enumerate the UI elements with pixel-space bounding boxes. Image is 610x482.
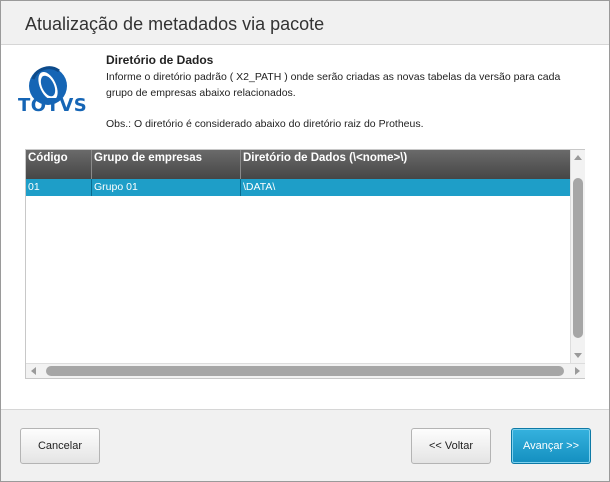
section-heading: Diretório de Dados — [106, 53, 214, 67]
scroll-left-icon[interactable] — [31, 367, 36, 375]
column-header-grupo[interactable]: Grupo de empresas — [92, 150, 241, 179]
scroll-right-icon[interactable] — [575, 367, 580, 375]
cancel-button[interactable]: Cancelar — [20, 428, 100, 464]
grid-header: Código Grupo de empresas Diretório de Da… — [26, 150, 570, 179]
scroll-up-icon[interactable] — [574, 155, 582, 160]
column-header-codigo[interactable]: Código — [26, 150, 92, 179]
vertical-scrollbar[interactable] — [570, 150, 585, 363]
column-header-diretorio[interactable]: Diretório de Dados (\<nome>\) — [241, 150, 570, 179]
next-button[interactable]: Avançar >> — [511, 428, 591, 464]
info-panel: Diretório de Dados Informe o diretório p… — [106, 52, 586, 132]
title-bar: Atualização de metadados via pacote — [1, 1, 609, 45]
scroll-down-icon[interactable] — [574, 353, 582, 358]
data-grid[interactable]: Código Grupo de empresas Diretório de Da… — [25, 149, 585, 379]
footer-bar: Cancelar << Voltar Avançar >> — [1, 409, 609, 481]
window-title: Atualização de metadados via pacote — [25, 14, 325, 34]
section-obs: Obs.: O diretório é considerado abaixo d… — [106, 118, 424, 130]
table-row[interactable]: 01 Grupo 01 \DATA\ — [26, 179, 570, 196]
back-button[interactable]: << Voltar — [411, 428, 491, 464]
logo-text: TOTVS — [18, 95, 88, 116]
cell-grupo[interactable]: Grupo 01 — [92, 179, 241, 196]
wizard-window: Atualização de metadados via pacote TOTV… — [0, 0, 610, 482]
vertical-scroll-thumb[interactable] — [573, 178, 583, 338]
section-description: Informe o diretório padrão ( X2_PATH ) o… — [106, 71, 561, 99]
horizontal-scroll-thumb[interactable] — [46, 366, 564, 376]
cell-codigo[interactable]: 01 — [26, 179, 92, 196]
horizontal-scrollbar[interactable] — [26, 363, 585, 378]
cell-diretorio[interactable]: \DATA\ — [241, 179, 570, 196]
